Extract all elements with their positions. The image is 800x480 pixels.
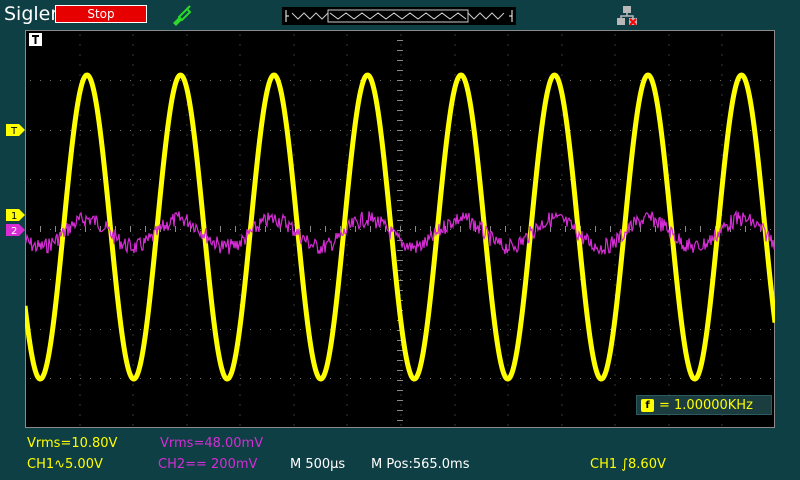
trigger-position-marker[interactable] xyxy=(29,31,42,46)
frequency-icon: f xyxy=(641,398,654,412)
horizontal-position[interactable]: M Pos:565.0ms xyxy=(371,457,469,472)
frequency-value: = 1.00000KHz xyxy=(659,397,753,413)
ch2-scale[interactable]: CH2== 200mV xyxy=(158,457,257,472)
network-icon xyxy=(617,6,637,26)
top-bar: Siglent Stop xyxy=(0,0,800,30)
svg-text:T: T xyxy=(10,126,18,136)
waveform-display[interactable] xyxy=(25,30,775,428)
ch1-vrms-measurement: Vrms=10.80V xyxy=(27,436,118,451)
trigger-setting[interactable]: CH1 ∫8.60V xyxy=(590,457,666,472)
timebase-overview[interactable] xyxy=(282,7,516,25)
ch1-trigger-level-marker[interactable]: T xyxy=(6,124,25,136)
ch1-scale[interactable]: CH1∿5.00V xyxy=(27,457,103,472)
svg-text:2: 2 xyxy=(11,226,17,236)
ch2-waveform xyxy=(25,209,775,256)
waveform-plot xyxy=(25,30,775,428)
ch1-ground-marker[interactable]: 1 xyxy=(6,209,25,221)
frequency-counter: f = 1.00000KHz xyxy=(636,395,772,415)
ch2-ground-marker[interactable]: 2 xyxy=(6,224,25,236)
timebase-scale[interactable]: M 500µs xyxy=(290,457,345,472)
probe-icon xyxy=(173,5,192,26)
ch2-vrms-measurement: Vrms=48.00mV xyxy=(160,436,264,451)
run-stop-button[interactable]: Stop xyxy=(55,5,147,23)
svg-text:1: 1 xyxy=(11,211,17,221)
